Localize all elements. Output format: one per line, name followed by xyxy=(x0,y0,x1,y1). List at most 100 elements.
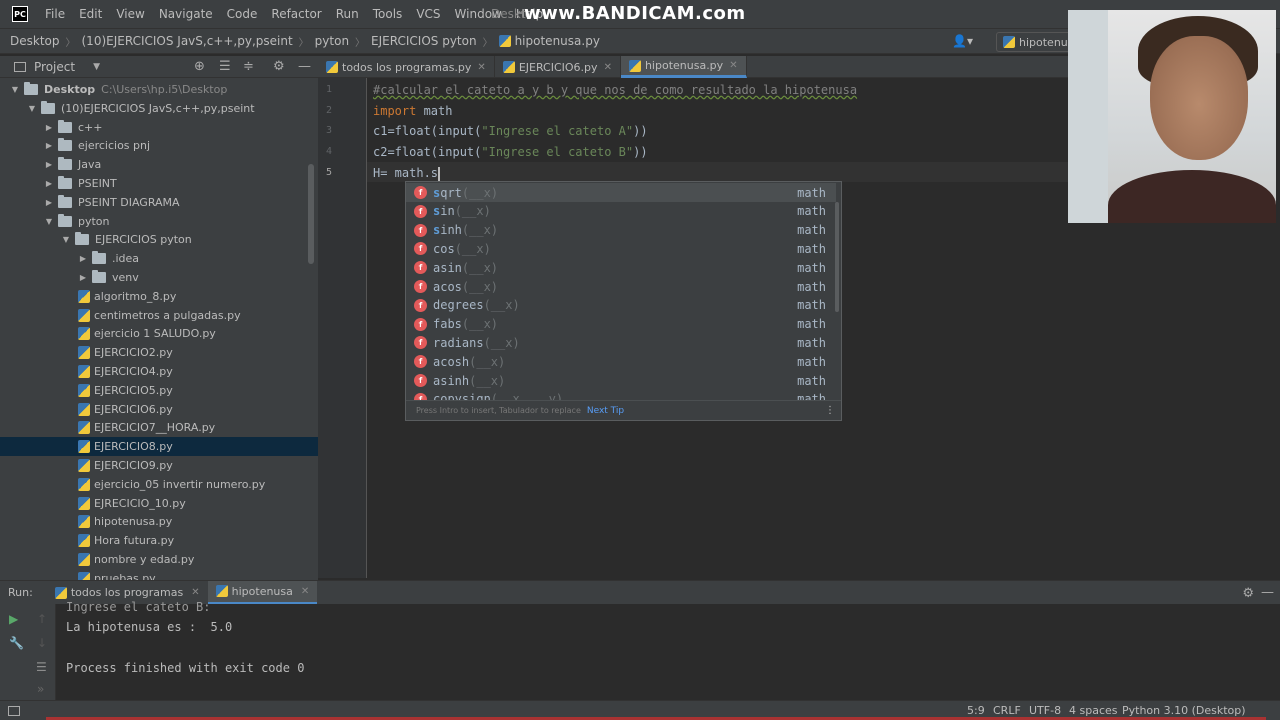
expand-all-icon[interactable]: ☰ xyxy=(219,59,231,74)
tree-file[interactable]: pruebas.py xyxy=(0,569,318,580)
menu-edit[interactable]: Edit xyxy=(72,0,109,28)
popup-scrollbar[interactable] xyxy=(835,202,839,312)
tab-hipotenusa[interactable]: hipotenusa.py ✕ xyxy=(620,56,747,78)
autocomplete-item[interactable]: f asinh (__x) math xyxy=(406,371,836,390)
chevron-right-icon[interactable]: ▶ xyxy=(44,123,54,132)
layout-icon[interactable] xyxy=(8,706,20,716)
next-tip-link[interactable]: Next Tip xyxy=(587,406,624,416)
user-icon[interactable]: 👤▾ xyxy=(952,34,973,48)
project-title[interactable]: Project xyxy=(34,60,75,74)
close-icon[interactable]: ✕ xyxy=(729,60,737,71)
tree-scrollbar[interactable] xyxy=(308,164,314,264)
menu-view[interactable]: View xyxy=(109,0,151,28)
tree-folder[interactable]: ▶ .idea xyxy=(0,249,318,268)
close-icon[interactable]: ✕ xyxy=(477,62,485,73)
minimize-icon[interactable]: — xyxy=(1261,585,1274,600)
menu-tools[interactable]: Tools xyxy=(366,0,410,28)
code-line-2[interactable]: import math xyxy=(373,101,452,121)
run-config-selector[interactable]: hipotenu xyxy=(996,32,1075,52)
wrench-icon[interactable]: 🔧 xyxy=(9,636,24,650)
tree-file[interactable]: algoritmo_8.py xyxy=(0,287,318,306)
tree-file[interactable]: hipotenusa.py xyxy=(0,512,318,531)
tree-folder[interactable]: ▶ Java xyxy=(0,155,318,174)
tree-file[interactable]: centimetros a pulgadas.py xyxy=(0,306,318,325)
tree-file[interactable]: nombre y edad.py xyxy=(0,550,318,569)
autocomplete-item[interactable]: f asin (__x) math xyxy=(406,258,836,277)
chevron-right-icon[interactable]: ▶ xyxy=(44,160,54,169)
collapse-all-icon[interactable]: ≑ xyxy=(243,59,254,74)
tree-file[interactable]: EJERCICIO8.py xyxy=(0,437,318,457)
python-interpreter[interactable]: Python 3.10 (Desktop) xyxy=(1122,704,1246,717)
autocomplete-item[interactable]: f radians (__x) math xyxy=(406,333,836,352)
chevron-down-icon[interactable]: ▼ xyxy=(61,235,71,244)
autocomplete-item[interactable]: f cos (__x) math xyxy=(406,239,836,258)
breadcrumb-desktop[interactable]: Desktop xyxy=(6,34,64,48)
autocomplete-item[interactable]: f s inh (__x) math xyxy=(406,221,836,240)
tab-ejercicio6[interactable]: EJERCICIO6.py ✕ xyxy=(495,56,621,78)
breadcrumb-pyton[interactable]: pyton xyxy=(311,34,353,48)
tree-file[interactable]: Hora futura.py xyxy=(0,531,318,550)
autocomplete-item[interactable]: f s in (__x) math xyxy=(406,202,836,221)
locate-icon[interactable]: ⊕ xyxy=(194,59,205,74)
tree-file[interactable]: EJRECICIO_10.py xyxy=(0,494,318,513)
tree-file[interactable]: EJERCICIO6.py xyxy=(0,400,318,419)
run-tab-hipotenusa[interactable]: hipotenusa ✕ xyxy=(207,580,318,605)
arrow-down-icon[interactable]: ↓ xyxy=(37,636,47,650)
chevron-right-icon[interactable]: ▶ xyxy=(44,141,54,150)
code-line-3[interactable]: c1=float(input("Ingrese el cateto A")) xyxy=(373,121,648,141)
tree-folder[interactable]: ▶ venv xyxy=(0,268,318,287)
tree-folder[interactable]: ▼ EJERCICIOS pyton xyxy=(0,230,318,249)
chevron-down-icon[interactable]: ▼ xyxy=(27,104,37,113)
rerun-icon[interactable]: ▶ xyxy=(9,612,18,626)
breadcrumb-ejercicios[interactable]: (10)EJERCICIOS JavS,c++,py,pseint xyxy=(78,34,297,48)
chevron-down-icon[interactable]: ▼ xyxy=(10,85,20,94)
gear-icon[interactable]: ⚙ xyxy=(1242,586,1254,601)
menu-vcs[interactable]: VCS xyxy=(409,0,447,28)
tree-file[interactable]: ejercicio_05 invertir numero.py xyxy=(0,475,318,494)
close-icon[interactable]: ✕ xyxy=(191,587,199,598)
file-encoding[interactable]: UTF-8 xyxy=(1029,704,1061,717)
indent-setting[interactable]: 4 spaces xyxy=(1069,704,1118,717)
menu-refactor[interactable]: Refactor xyxy=(264,0,328,28)
menu-file[interactable]: File xyxy=(38,0,72,28)
tree-file[interactable]: EJERCICIO9.py xyxy=(0,456,318,475)
close-icon[interactable]: ✕ xyxy=(301,586,309,597)
chevron-right-icon[interactable]: ▶ xyxy=(44,179,54,188)
code-line-1[interactable]: #calcular el cateto a y b y que nos de c… xyxy=(373,80,857,100)
autocomplete-item[interactable]: f s qrt (__x) math xyxy=(406,183,836,202)
breadcrumb-file[interactable]: hipotenusa.py xyxy=(495,34,604,48)
chevron-down-icon[interactable]: ▼ xyxy=(93,62,100,72)
code-line-5[interactable]: H= math.s xyxy=(373,163,441,183)
autocomplete-item[interactable]: f fabs (__x) math xyxy=(406,315,836,334)
chevron-down-icon[interactable]: ▼ xyxy=(44,217,54,226)
tree-folder[interactable]: ▼ pyton xyxy=(0,212,318,231)
console-output[interactable]: Ingrese el cateto B: La hipotenusa es : … xyxy=(56,600,1280,700)
menu-navigate[interactable]: Navigate xyxy=(152,0,220,28)
soft-wrap-icon[interactable]: ☰ xyxy=(36,660,47,674)
tree-file[interactable]: EJERCICIO2.py xyxy=(0,343,318,362)
tree-file[interactable]: EJERCICIO7__HORA.py xyxy=(0,418,318,437)
line-separator[interactable]: CRLF xyxy=(993,704,1021,717)
tree-file[interactable]: EJERCICIO4.py xyxy=(0,362,318,381)
chevron-right-icon[interactable]: ▶ xyxy=(78,254,88,263)
tree-folder[interactable]: ▶ PSEINT xyxy=(0,174,318,193)
autocomplete-item[interactable]: f acosh (__x) math xyxy=(406,352,836,371)
tree-folder[interactable]: ▼ Desktop C:\Users\hp.i5\Desktop xyxy=(0,80,318,99)
close-icon[interactable]: ✕ xyxy=(604,62,612,73)
chevron-right-icon[interactable]: ▶ xyxy=(44,198,54,207)
menu-code[interactable]: Code xyxy=(220,0,265,28)
more-options-icon[interactable]: ⋮ xyxy=(825,405,835,416)
tree-folder[interactable]: ▶ PSEINT DIAGRAMA xyxy=(0,193,318,212)
gear-icon[interactable]: ⚙ xyxy=(273,59,285,74)
breadcrumb-ejercicios-pyton[interactable]: EJERCICIOS pyton xyxy=(367,34,481,48)
autocomplete-item[interactable]: f acos (__x) math xyxy=(406,277,836,296)
tree-file[interactable]: ejercicio 1 SALUDO.py xyxy=(0,324,318,343)
tree-file[interactable]: EJERCICIO5.py xyxy=(0,381,318,400)
menu-run[interactable]: Run xyxy=(329,0,366,28)
tree-folder[interactable]: ▶ ejercicios pnj xyxy=(0,136,318,155)
arrow-up-icon[interactable]: ↑ xyxy=(37,612,47,626)
code-line-4[interactable]: c2=float(input("Ingrese el cateto B")) xyxy=(373,142,648,162)
cursor-position[interactable]: 5:9 xyxy=(967,704,985,717)
chevron-right-icon[interactable]: ▶ xyxy=(78,273,88,282)
minimize-icon[interactable]: — xyxy=(298,59,311,74)
